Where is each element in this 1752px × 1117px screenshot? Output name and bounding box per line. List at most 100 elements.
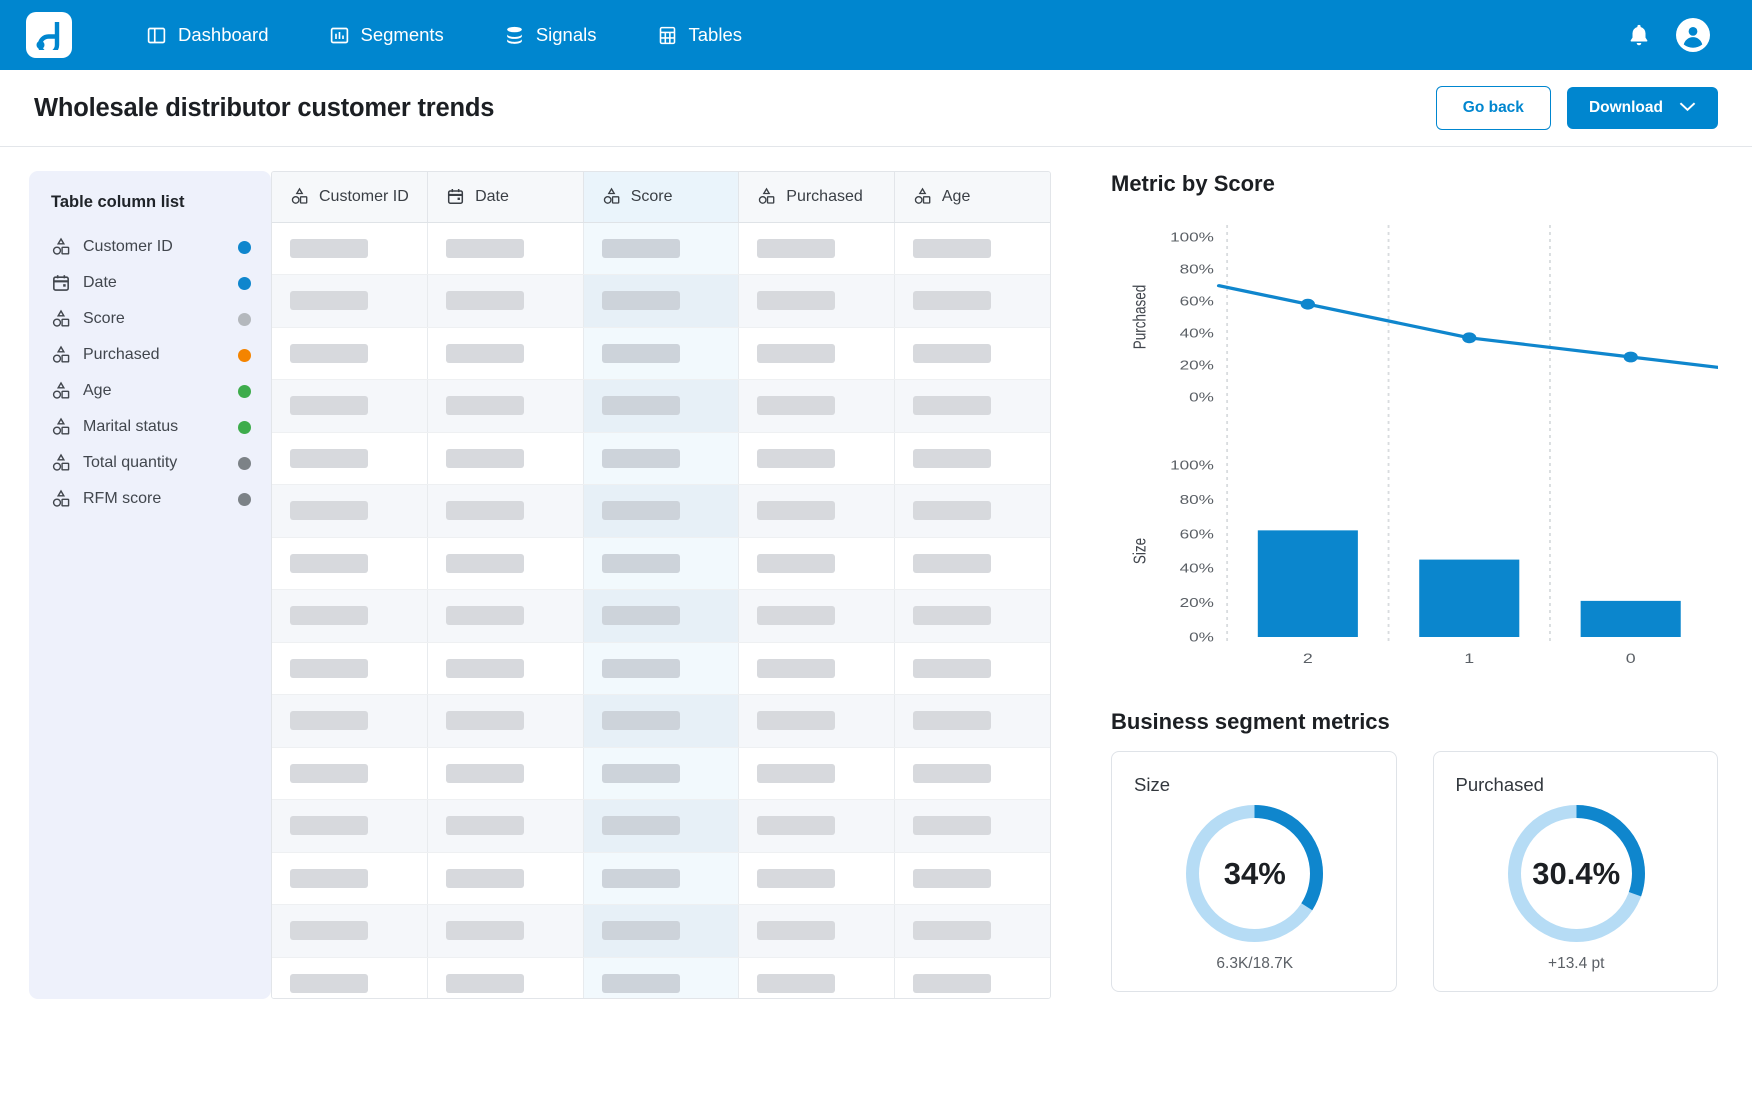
table-cell (894, 275, 1050, 328)
table-row[interactable] (272, 327, 1050, 380)
page-header: Wholesale distributor customer trends Go… (0, 70, 1752, 147)
table-cell (739, 642, 895, 695)
table-cell (272, 800, 428, 853)
table-column-header-customer-id[interactable]: Customer ID (272, 172, 428, 222)
cell-placeholder (446, 711, 524, 730)
table-cell (583, 222, 739, 275)
table-cell (272, 537, 428, 590)
table-cell (428, 222, 584, 275)
cell-placeholder (290, 554, 368, 573)
table-row[interactable] (272, 642, 1050, 695)
table-row[interactable] (272, 905, 1050, 958)
table-cell (583, 852, 739, 905)
cell-placeholder (757, 449, 835, 468)
nav-item-segments[interactable]: Segments (299, 16, 474, 54)
table-row[interactable] (272, 275, 1050, 328)
table-cell (739, 380, 895, 433)
nav-item-tables[interactable]: Tables (627, 16, 772, 54)
nav-item-label: Segments (361, 24, 444, 46)
table-column-header-label: Score (631, 188, 673, 206)
sidebar-item-marital-status[interactable]: Marital status (51, 409, 251, 445)
download-button-label: Download (1589, 99, 1663, 117)
bell-icon[interactable] (1626, 22, 1652, 48)
nav-item-dashboard[interactable]: Dashboard (116, 16, 299, 54)
sidebar-item-color-dot (238, 349, 251, 362)
line-data-point (1301, 299, 1315, 310)
cell-placeholder (913, 974, 991, 993)
download-button[interactable]: Download (1567, 87, 1718, 129)
table-cell (428, 800, 584, 853)
sidebar-item-color-dot (238, 493, 251, 506)
user-avatar-icon[interactable] (1676, 18, 1710, 52)
shapes-icon (51, 309, 71, 329)
cell-placeholder (290, 974, 368, 993)
metric-by-score-title: Metric by Score (1111, 171, 1718, 197)
sidebar-title: Table column list (51, 193, 251, 212)
table-column-header-label: Customer ID (319, 188, 409, 206)
bar-chart-axis-label: Size (1131, 538, 1150, 564)
cell-placeholder (446, 396, 524, 415)
table-cell (739, 852, 895, 905)
table-row[interactable] (272, 695, 1050, 748)
table-column-header-age[interactable]: Age (894, 172, 1050, 222)
sidebar-item-score[interactable]: Score (51, 301, 251, 337)
metric-by-score-svg: 100%80%60%40%20%0%Purchased100%80%60%40%… (1111, 207, 1718, 687)
chart-tick-label: 0% (1189, 630, 1214, 645)
table-row[interactable] (272, 222, 1050, 275)
sidebar-item-color-dot (238, 313, 251, 326)
cell-placeholder (290, 764, 368, 783)
nav-item-list: Dashboard Segments Signals (116, 16, 772, 54)
chart-tick-label: 60% (1180, 294, 1214, 309)
table-row[interactable] (272, 485, 1050, 538)
table-cell (583, 275, 739, 328)
sidebar-item-color-dot (238, 385, 251, 398)
table-row[interactable] (272, 747, 1050, 800)
table-cell (272, 327, 428, 380)
sidebar-item-age[interactable]: Age (51, 373, 251, 409)
go-back-button[interactable]: Go back (1436, 86, 1551, 130)
table-row[interactable] (272, 537, 1050, 590)
table-column-header-date[interactable]: Date (428, 172, 584, 222)
app-logo-icon[interactable] (26, 12, 72, 58)
sidebar-item-customer-id[interactable]: Customer ID (51, 229, 251, 265)
cell-placeholder (446, 344, 524, 363)
table-row[interactable] (272, 800, 1050, 853)
table-header: Customer ID Date Score Purchased Age (272, 172, 1050, 222)
table-column-header-score[interactable]: Score (583, 172, 739, 222)
chart-tick-label: 100% (1170, 230, 1214, 245)
cell-placeholder (602, 449, 680, 468)
cell-placeholder (446, 974, 524, 993)
table-row[interactable] (272, 380, 1050, 433)
chart-tick-label: 1 (1464, 652, 1474, 667)
sidebar-item-total-quantity[interactable]: Total quantity (51, 445, 251, 481)
table-row[interactable] (272, 852, 1050, 905)
cell-placeholder (913, 659, 991, 678)
nav-item-signals[interactable]: Signals (474, 16, 627, 54)
chart-tick-label: 0% (1189, 390, 1214, 405)
cell-placeholder (290, 396, 368, 415)
cell-placeholder (290, 239, 368, 258)
table-cell (272, 380, 428, 433)
cell-placeholder (913, 344, 991, 363)
table-row[interactable] (272, 590, 1050, 643)
bar-data-point (1258, 530, 1358, 637)
sidebar-item-rfm-score[interactable]: RFM score (51, 481, 251, 517)
cell-placeholder (602, 659, 680, 678)
table-cell (583, 957, 739, 999)
cell-placeholder (913, 449, 991, 468)
cell-placeholder (757, 711, 835, 730)
table-column-header-purchased[interactable]: Purchased (739, 172, 895, 222)
bar-data-point (1419, 560, 1519, 637)
table-row[interactable] (272, 432, 1050, 485)
shapes-icon (51, 345, 71, 365)
chart-tick-label: 40% (1180, 326, 1214, 341)
table-row[interactable] (272, 957, 1050, 999)
cell-placeholder (913, 711, 991, 730)
sidebar-item-date[interactable]: Date (51, 265, 251, 301)
table-cell (894, 800, 1050, 853)
page-header-actions: Go back Download (1436, 86, 1718, 130)
cell-placeholder (913, 816, 991, 835)
sidebar-item-purchased[interactable]: Purchased (51, 337, 251, 373)
shapes-icon (602, 187, 621, 206)
table-cell (428, 590, 584, 643)
